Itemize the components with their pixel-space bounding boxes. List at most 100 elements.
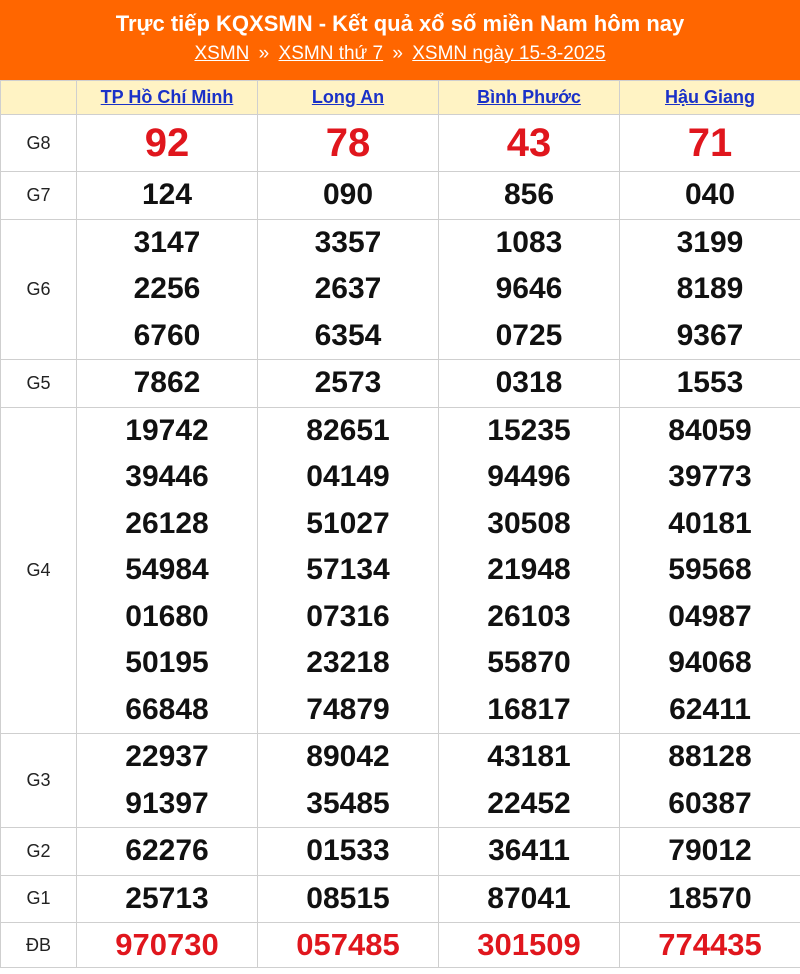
- prize-cell: 08515: [257, 874, 439, 923]
- prize-cell: 0318: [438, 359, 620, 408]
- prize-number: 07316: [306, 599, 390, 633]
- prize-cell: 301509: [438, 922, 620, 968]
- prize-cell: 43: [438, 114, 620, 172]
- prize-cell: 3199 8189 9367: [619, 218, 800, 360]
- prize-number: 1553: [676, 366, 744, 399]
- prize-label: G8: [0, 114, 77, 172]
- prize-number: 51027: [306, 506, 390, 540]
- prize-number: 26103: [487, 599, 571, 633]
- breadcrumb-xsmn-thu7-link[interactable]: XSMN thứ 7: [279, 43, 384, 64]
- page-header: Trực tiếp KQXSMN - Kết quả xổ số miền Na…: [0, 0, 800, 80]
- prize-number: 7862: [133, 366, 201, 399]
- prize-number: 301509: [477, 927, 581, 962]
- prize-label: G4: [0, 406, 77, 734]
- province-link-hau-giang[interactable]: Hậu Giang: [665, 87, 755, 107]
- prize-number: 3357: [314, 225, 382, 259]
- prize-number: 62276: [125, 834, 209, 867]
- province-header: TP Hồ Chí Minh: [76, 80, 258, 115]
- prize-number: 01680: [125, 599, 209, 633]
- prize-number: 9367: [676, 318, 744, 352]
- province-header-row: TP Hồ Chí Minh Long An Bình Phước Hậu Gi…: [0, 80, 800, 115]
- prize-cell: 36411: [438, 827, 620, 876]
- prize-cell: 78: [257, 114, 439, 172]
- prize-cell: 970730: [76, 922, 258, 968]
- prize-cell: 124: [76, 171, 258, 220]
- breadcrumb-separator: »: [392, 43, 403, 64]
- prize-number: 22452: [487, 786, 571, 820]
- prize-cell: 92: [76, 114, 258, 172]
- breadcrumb-separator: »: [258, 43, 270, 64]
- prize-row-g5: G5 7862 2573 0318 1553: [0, 359, 800, 408]
- prize-row-db: ĐB 970730 057485 301509 774435: [0, 922, 800, 968]
- prize-cell: 84059 39773 40181 59568 04987 94068 62411: [619, 406, 800, 734]
- prize-row-g7: G7 124 090 856 040: [0, 171, 800, 220]
- breadcrumb-xsmn-link[interactable]: XSMN: [194, 43, 249, 64]
- results-table: TP Hồ Chí Minh Long An Bình Phước Hậu Gi…: [0, 80, 800, 968]
- prize-number: 25713: [125, 881, 209, 915]
- prize-number: 59568: [668, 553, 752, 586]
- prize-cell: 7862: [76, 359, 258, 408]
- prize-row-g3: G3 22937 91397 89042 35485 43181 22452 88128 603…: [0, 733, 800, 828]
- prize-label: G6: [0, 218, 77, 360]
- province-link-long-an[interactable]: Long An: [312, 87, 384, 107]
- prize-number: 040: [684, 178, 736, 211]
- prize-number: 18570: [668, 881, 752, 915]
- page-title: Trực tiếp KQXSMN - Kết quả xổ số miền Na…: [115, 11, 685, 36]
- prize-cell: 62276: [76, 827, 258, 876]
- prize-label: G1: [0, 874, 77, 923]
- prize-number: 8189: [676, 272, 744, 305]
- prize-cell: 2573: [257, 359, 439, 408]
- prize-row-g4: G4 19742 39446 26128 54984 01680 50195 66848 826…: [0, 406, 800, 734]
- prize-cell: 43181 22452: [438, 733, 620, 828]
- prize-cell: 89042 35485: [257, 733, 439, 828]
- prize-number: 43: [506, 121, 552, 165]
- prize-cell: 3357 2637 6354: [257, 218, 439, 360]
- prize-number: 84059: [668, 413, 752, 447]
- prize-number: 19742: [125, 413, 209, 447]
- prize-cell: 82651 04149 51027 57134 07316 23218 74879: [257, 406, 439, 734]
- province-link-tphcm[interactable]: TP Hồ Chí Minh: [101, 87, 234, 107]
- prize-cell: 19742 39446 26128 54984 01680 50195 66848: [76, 406, 258, 734]
- province-link-binh-phuoc[interactable]: Bình Phước: [477, 87, 581, 107]
- prize-number: 22937: [125, 740, 209, 773]
- prize-number: 35485: [306, 786, 390, 820]
- prize-cell: 856: [438, 171, 620, 220]
- prize-number: 856: [503, 178, 555, 211]
- prize-number: 21948: [487, 553, 571, 586]
- prize-number: 40181: [668, 506, 752, 540]
- prize-number: 2256: [133, 272, 201, 305]
- prize-cell: 79012: [619, 827, 800, 876]
- prize-cell: 88128 60387: [619, 733, 800, 828]
- prize-number: 08515: [306, 881, 390, 915]
- prize-label: ĐB: [0, 922, 77, 968]
- prize-number: 0725: [495, 318, 563, 352]
- prize-number: 91397: [125, 786, 209, 820]
- prize-number: 2573: [314, 366, 382, 399]
- prize-number: 89042: [306, 740, 390, 773]
- prize-label: G7: [0, 171, 77, 220]
- prize-label: G3: [0, 733, 77, 828]
- prize-number: 23218: [306, 646, 390, 679]
- breadcrumb-xsmn-date-link[interactable]: XSMN ngày 15-3-2025: [412, 43, 605, 64]
- prize-number: 090: [322, 178, 374, 211]
- corner-cell: [0, 80, 77, 115]
- prize-number: 774435: [658, 927, 762, 962]
- prize-number: 36411: [488, 834, 570, 867]
- prize-number: 82651: [306, 413, 390, 447]
- province-header: Hậu Giang: [619, 80, 800, 115]
- prize-cell: 25713: [76, 874, 258, 923]
- prize-number: 94068: [668, 646, 752, 679]
- prize-number: 87041: [487, 881, 571, 915]
- prize-cell: 057485: [257, 922, 439, 968]
- prize-number: 9646: [495, 272, 563, 305]
- prize-number: 39773: [668, 460, 752, 493]
- prize-number: 88128: [668, 740, 752, 773]
- prize-number: 39446: [125, 460, 209, 493]
- breadcrumb: XSMN » XSMN thứ 7 » XSMN ngày 15-3-2025: [0, 40, 800, 68]
- prize-row-g2: G2 62276 01533 36411 79012: [0, 827, 800, 876]
- prize-number: 970730: [115, 927, 219, 962]
- prize-number: 04987: [668, 599, 752, 633]
- prize-number: 66848: [125, 692, 209, 726]
- prize-cell: 3147 2256 6760: [76, 218, 258, 360]
- prize-cell: 090: [257, 171, 439, 220]
